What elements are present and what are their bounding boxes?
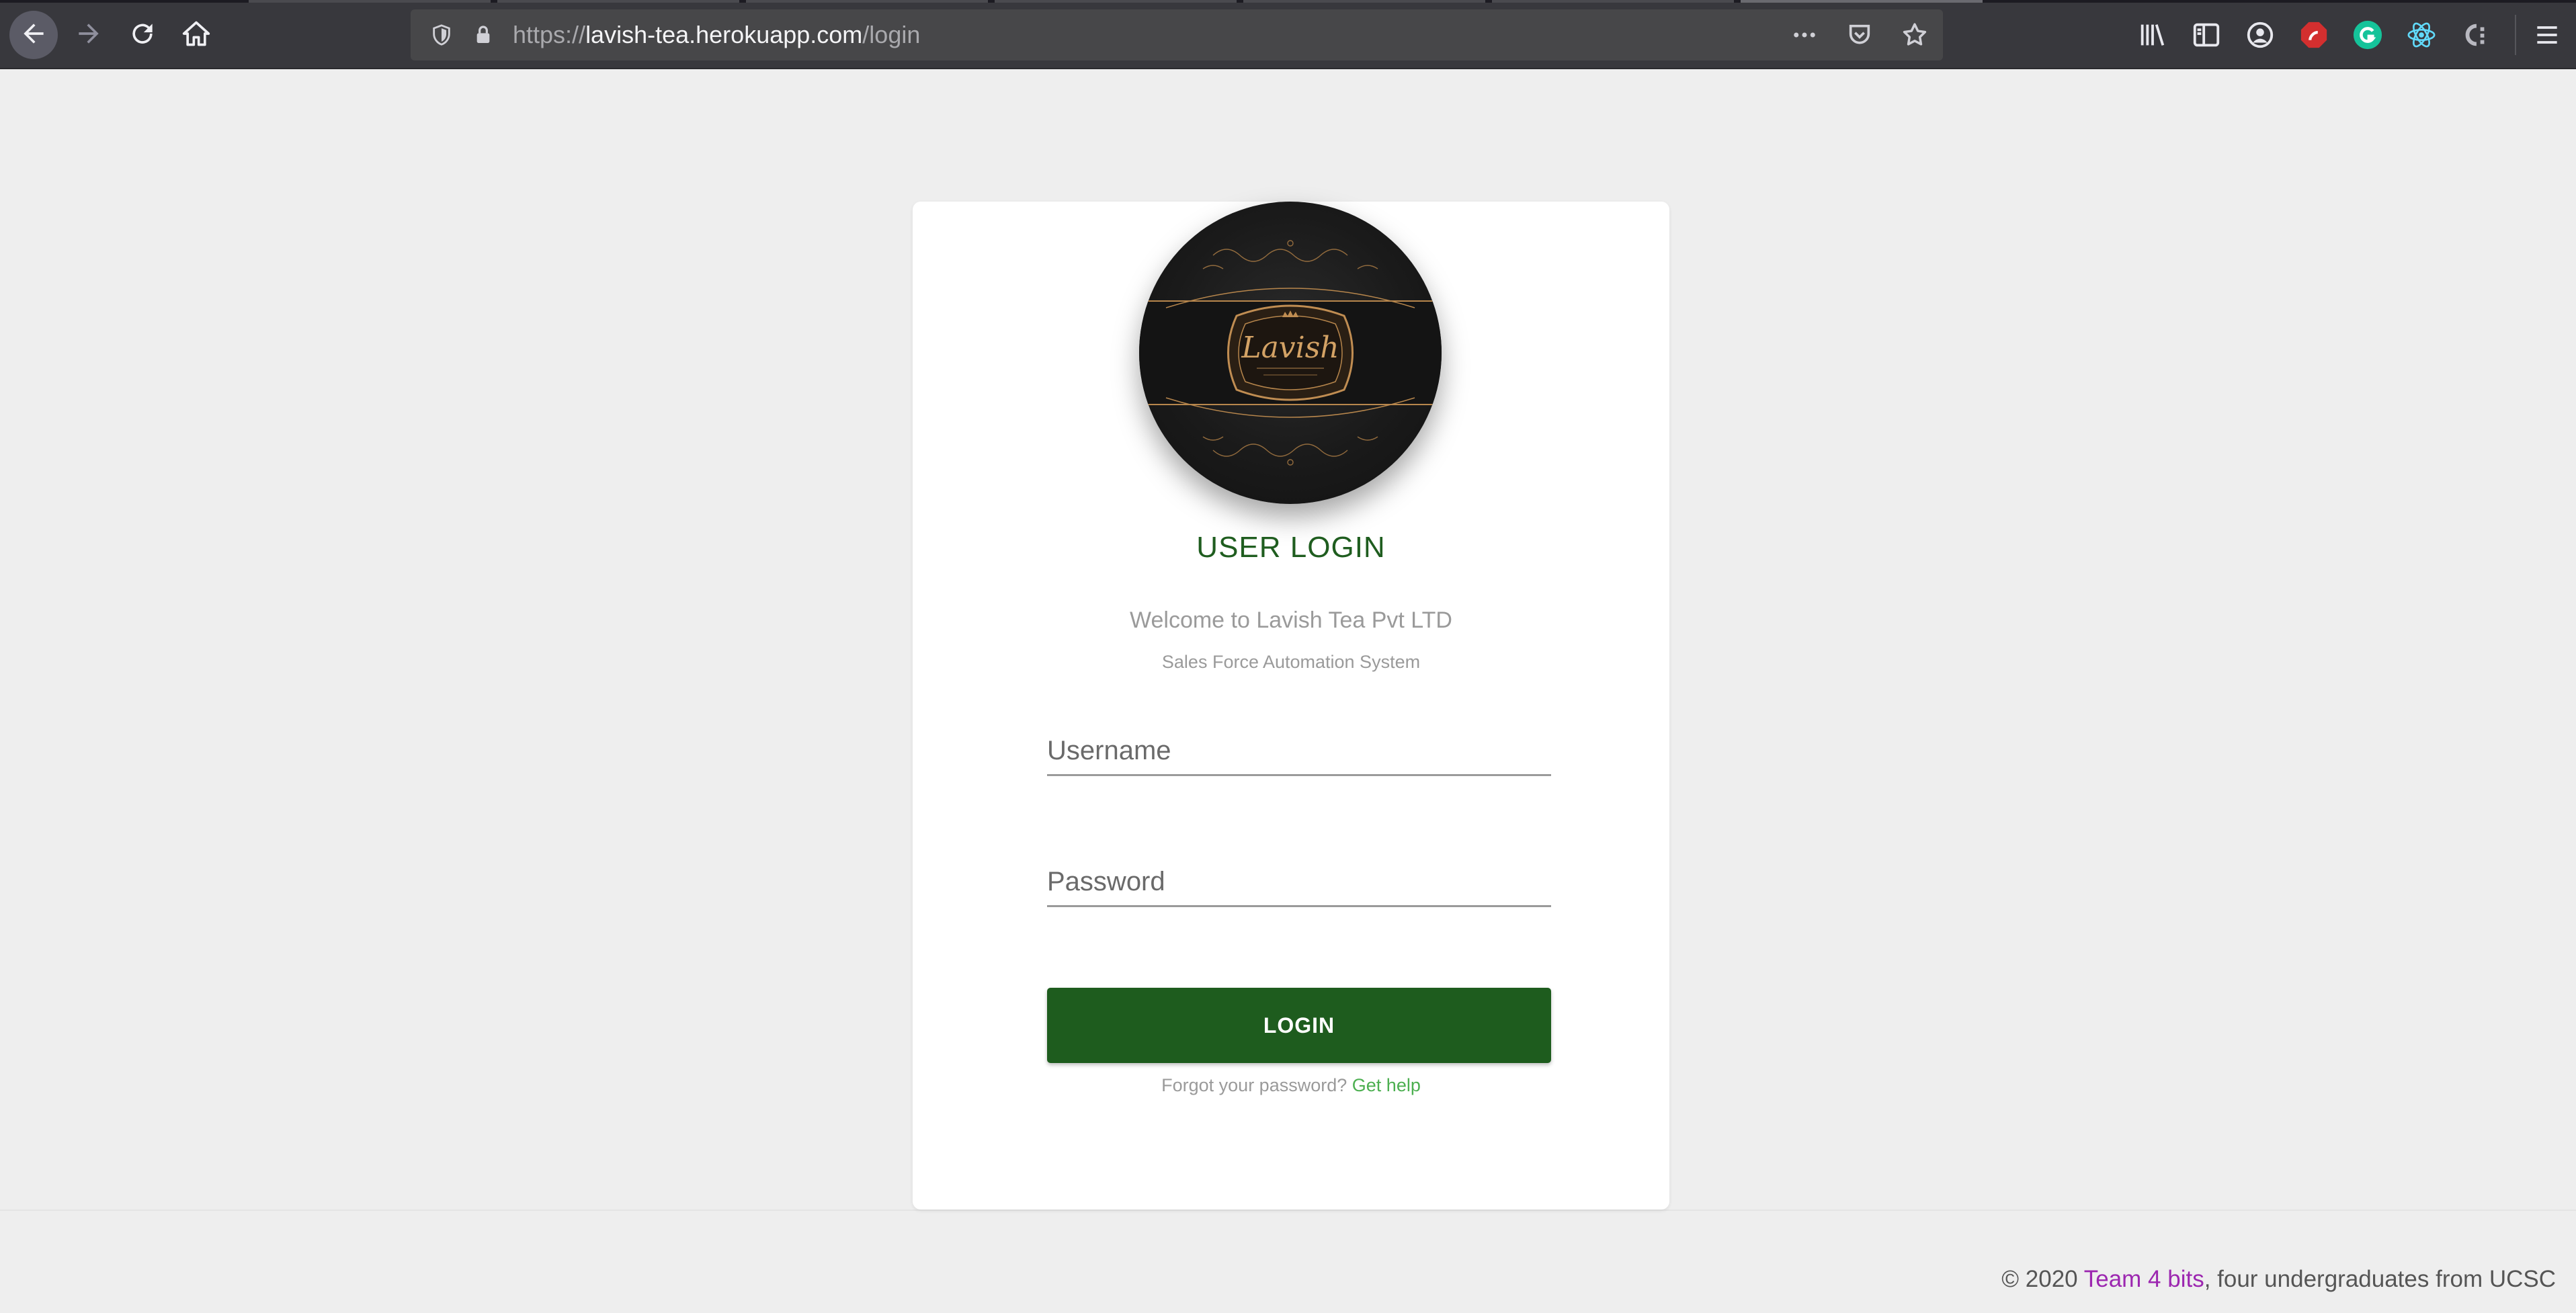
page-title: USER LOGIN [1196,531,1386,564]
forward-button[interactable] [65,11,113,59]
footer-rest-text: , four undergraduates from UCSC [2204,1266,2556,1292]
footer-copyright: © 2020 Team 4 bits, four undergraduates … [2001,1266,2556,1293]
lock-icon[interactable] [470,22,497,48]
tab-strip [0,0,2576,3]
css-extension-icon[interactable] [2460,19,2491,50]
login-button[interactable]: LOGIN [1047,988,1551,1063]
tab-indicator[interactable] [746,0,988,3]
adblock-icon[interactable] [2298,19,2329,50]
username-field [1047,729,1551,776]
reload-button[interactable] [118,11,167,59]
react-devtools-icon[interactable] [2406,19,2437,50]
tab-indicator[interactable] [995,0,1237,3]
url-host: lavish-tea.herokuapp.com [585,21,863,48]
library-icon[interactable] [2137,19,2168,50]
more-dots-icon[interactable] [1790,20,1819,50]
url-text[interactable]: https://lavish-tea.herokuapp.com/login [513,21,920,49]
password-field [1047,860,1551,907]
tab-indicator-active[interactable] [1741,0,1983,3]
forward-arrow-icon [74,19,103,52]
account-icon[interactable] [2245,19,2276,50]
username-input[interactable] [1047,729,1551,772]
forgot-password-text: Forgot your password? [1161,1075,1347,1095]
pocket-icon[interactable] [1845,20,1874,50]
hamburger-menu-icon[interactable] [2532,20,2562,50]
star-icon[interactable] [1900,20,1929,50]
forgot-password-line: Forgot your password? Get help [913,1075,1669,1096]
password-input[interactable] [1047,860,1551,903]
back-button[interactable] [9,11,58,59]
url-path: /login [862,21,921,48]
page-divider [0,1210,2576,1211]
get-help-link[interactable]: Get help [1352,1075,1421,1095]
tab-indicator[interactable] [1492,0,1734,3]
url-scheme: https:// [513,21,586,48]
grammarly-icon[interactable] [2352,19,2383,50]
welcome-text: Welcome to Lavish Tea Pvt LTD [1130,607,1452,633]
lavish-logo: Lavish [1139,202,1442,504]
copyright-text: © 2020 [2001,1266,2078,1292]
shield-icon[interactable] [428,22,455,48]
tab-indicator[interactable] [1243,0,1485,3]
back-arrow-icon [19,19,48,52]
team-link[interactable]: Team 4 bits [2084,1266,2204,1292]
tab-indicator[interactable] [497,0,739,3]
home-icon [181,19,211,52]
sidebar-icon[interactable] [2191,19,2222,50]
reload-icon [128,19,157,52]
toolbar-separator [2515,15,2516,55]
url-bar[interactable]: https://lavish-tea.herokuapp.com/login [411,9,1943,60]
home-button[interactable] [172,11,220,59]
tab-indicator[interactable] [249,0,491,3]
logo-wordmark: Lavish [1241,331,1339,365]
subtitle-text: Sales Force Automation System [1161,652,1421,672]
browser-toolbar: https://lavish-tea.herokuapp.com/login [0,0,2576,69]
